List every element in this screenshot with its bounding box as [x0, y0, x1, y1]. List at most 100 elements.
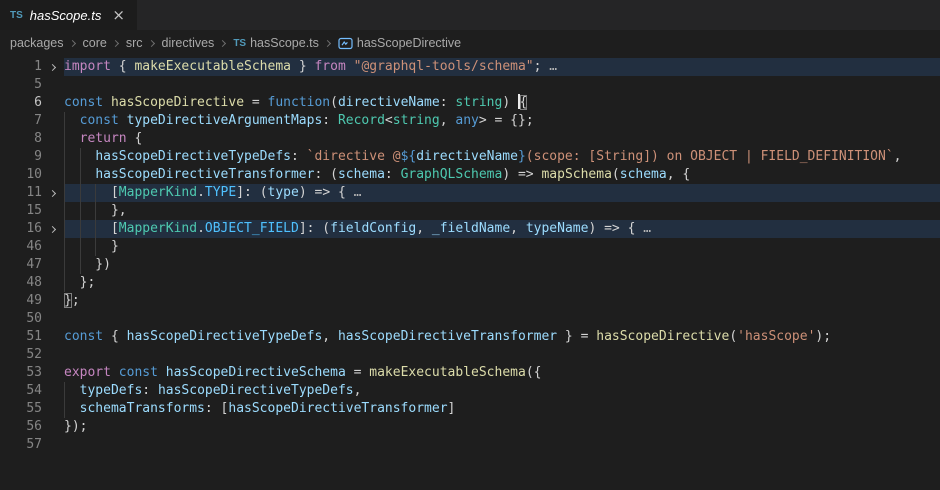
code-token: hasScopeDirectiveTypeDefs: [95, 149, 291, 164]
code-line-content[interactable]: [MapperKind.TYPE]: (type) => { …: [64, 184, 940, 202]
breadcrumb-label: packages: [10, 36, 64, 50]
code-token: ) => {: [299, 185, 354, 200]
line-number[interactable]: 48: [0, 274, 42, 292]
line-number[interactable]: 55: [0, 400, 42, 418]
fold-gutter: [42, 382, 64, 400]
code-token: typeDefs: [80, 383, 143, 398]
code-token: [64, 383, 80, 398]
code-token: :: [291, 149, 307, 164]
line-number[interactable]: 7: [0, 112, 42, 130]
line-number[interactable]: 49: [0, 292, 42, 310]
line-number[interactable]: 11: [0, 184, 42, 202]
breadcrumb-item-src[interactable]: src: [125, 36, 144, 50]
code-token: ${: [401, 149, 417, 164]
code-line-content[interactable]: const typeDirectiveArgumentMaps: Record<…: [64, 112, 940, 130]
code-token: directiveName: [338, 95, 440, 110]
line-number[interactable]: 50: [0, 310, 42, 328]
breadcrumb-item-hasscopedirective[interactable]: hasScopeDirective: [337, 36, 462, 50]
code-token: ): [502, 95, 518, 110]
code-line-content[interactable]: hasScopeDirectiveTransformer: (schema: G…: [64, 166, 940, 184]
line-number[interactable]: 47: [0, 256, 42, 274]
fold-gutter: [42, 274, 64, 292]
code-token: typeName: [526, 221, 589, 236]
code-line-content[interactable]: hasScopeDirectiveTypeDefs: `directive @$…: [64, 148, 940, 166]
line-number[interactable]: 56: [0, 418, 42, 436]
code-line-content[interactable]: typeDefs: hasScopeDirectiveTypeDefs,: [64, 382, 940, 400]
breadcrumb-separator-icon: [112, 39, 119, 46]
code-token: hasScopeDirectiveTransformer: [228, 401, 447, 416]
line-number[interactable]: 8: [0, 130, 42, 148]
code-token: Record: [338, 113, 385, 128]
code-line: 5: [0, 76, 940, 94]
breadcrumb-item-core[interactable]: core: [82, 36, 108, 50]
line-number[interactable]: 16: [0, 220, 42, 238]
code-line-content[interactable]: [MapperKind.OBJECT_FIELD]: (fieldConfig,…: [64, 220, 940, 238]
code-token: hasScopeDirectiveTypeDefs: [158, 383, 354, 398]
breadcrumb-item-hasscope-ts[interactable]: TShasScope.ts: [232, 36, 320, 50]
code-token: hasScopeDirective: [111, 95, 244, 110]
tab-hasscope[interactable]: TS hasScope.ts ×: [0, 0, 137, 30]
code-line-content[interactable]: schemaTransforms: [hasScopeDirectiveTran…: [64, 400, 940, 418]
code-line-content[interactable]: import { makeExecutableSchema } from "@g…: [64, 58, 940, 76]
code-line-content[interactable]: };: [64, 274, 940, 292]
code-line-content[interactable]: }): [64, 256, 940, 274]
code-line-content[interactable]: return {: [64, 130, 940, 148]
breadcrumb-item-directives[interactable]: directives: [161, 36, 216, 50]
code-line-content[interactable]: [64, 76, 940, 94]
code-token: ) => {: [588, 221, 643, 236]
code-line: 50: [0, 310, 940, 328]
code-line-content[interactable]: };: [64, 292, 940, 310]
breadcrumb-item-packages[interactable]: packages: [9, 36, 65, 50]
line-number[interactable]: 9: [0, 148, 42, 166]
line-number[interactable]: 52: [0, 346, 42, 364]
folded-code-ellipsis: …: [643, 221, 651, 236]
fold-chevron-icon[interactable]: [42, 220, 64, 238]
code-token: schema: [338, 167, 385, 182]
code-line-content[interactable]: const hasScopeDirective = function(direc…: [64, 94, 940, 112]
line-number[interactable]: 53: [0, 364, 42, 382]
code-token: ;: [72, 293, 80, 308]
code-token: =: [346, 365, 369, 380]
code-token: directiveName: [416, 149, 518, 164]
code-line: 15 },: [0, 202, 940, 220]
code-line: 6 const hasScopeDirective = function(dire…: [0, 94, 940, 112]
fold-chevron-icon[interactable]: [42, 184, 64, 202]
line-number[interactable]: 46: [0, 238, 42, 256]
fold-gutter: [42, 436, 64, 454]
code-line-content[interactable]: [64, 310, 940, 328]
code-line-content[interactable]: const { hasScopeDirectiveTypeDefs, hasSc…: [64, 328, 940, 346]
code-line-content[interactable]: });: [64, 418, 940, 436]
breadcrumb-separator-icon: [147, 39, 154, 46]
close-icon[interactable]: ×: [112, 8, 125, 23]
fold-gutter: [42, 76, 64, 94]
code-line-content[interactable]: [64, 436, 940, 454]
line-number[interactable]: 1: [0, 58, 42, 76]
code-line-content[interactable]: }: [64, 238, 940, 256]
code-token: }): [64, 257, 111, 272]
code-token: any: [455, 113, 478, 128]
code-token: hasScopeDirectiveTypeDefs: [127, 329, 323, 344]
fold-gutter: [42, 328, 64, 346]
code-line-content[interactable]: export const hasScopeDirectiveSchema = m…: [64, 364, 940, 382]
code-token: [64, 113, 80, 128]
line-number[interactable]: 10: [0, 166, 42, 184]
code-token: string: [455, 95, 502, 110]
code-token: string: [393, 113, 440, 128]
fold-gutter: [42, 112, 64, 130]
line-number[interactable]: 51: [0, 328, 42, 346]
line-number[interactable]: 6: [0, 94, 42, 112]
code-token: :: [440, 95, 456, 110]
fold-chevron-icon[interactable]: [42, 58, 64, 76]
code-token: schemaTransforms: [80, 401, 205, 416]
code-token: hasScopeDirectiveTransformer: [95, 167, 314, 182]
line-number[interactable]: 15: [0, 202, 42, 220]
line-number[interactable]: 5: [0, 76, 42, 94]
code-line-content[interactable]: [64, 346, 940, 364]
code-token: mapSchema: [541, 167, 611, 182]
code-token: =: [244, 95, 267, 110]
code-line: 48 };: [0, 274, 940, 292]
code-token: {: [127, 131, 143, 146]
line-number[interactable]: 54: [0, 382, 42, 400]
code-line-content[interactable]: },: [64, 202, 940, 220]
line-number[interactable]: 57: [0, 436, 42, 454]
